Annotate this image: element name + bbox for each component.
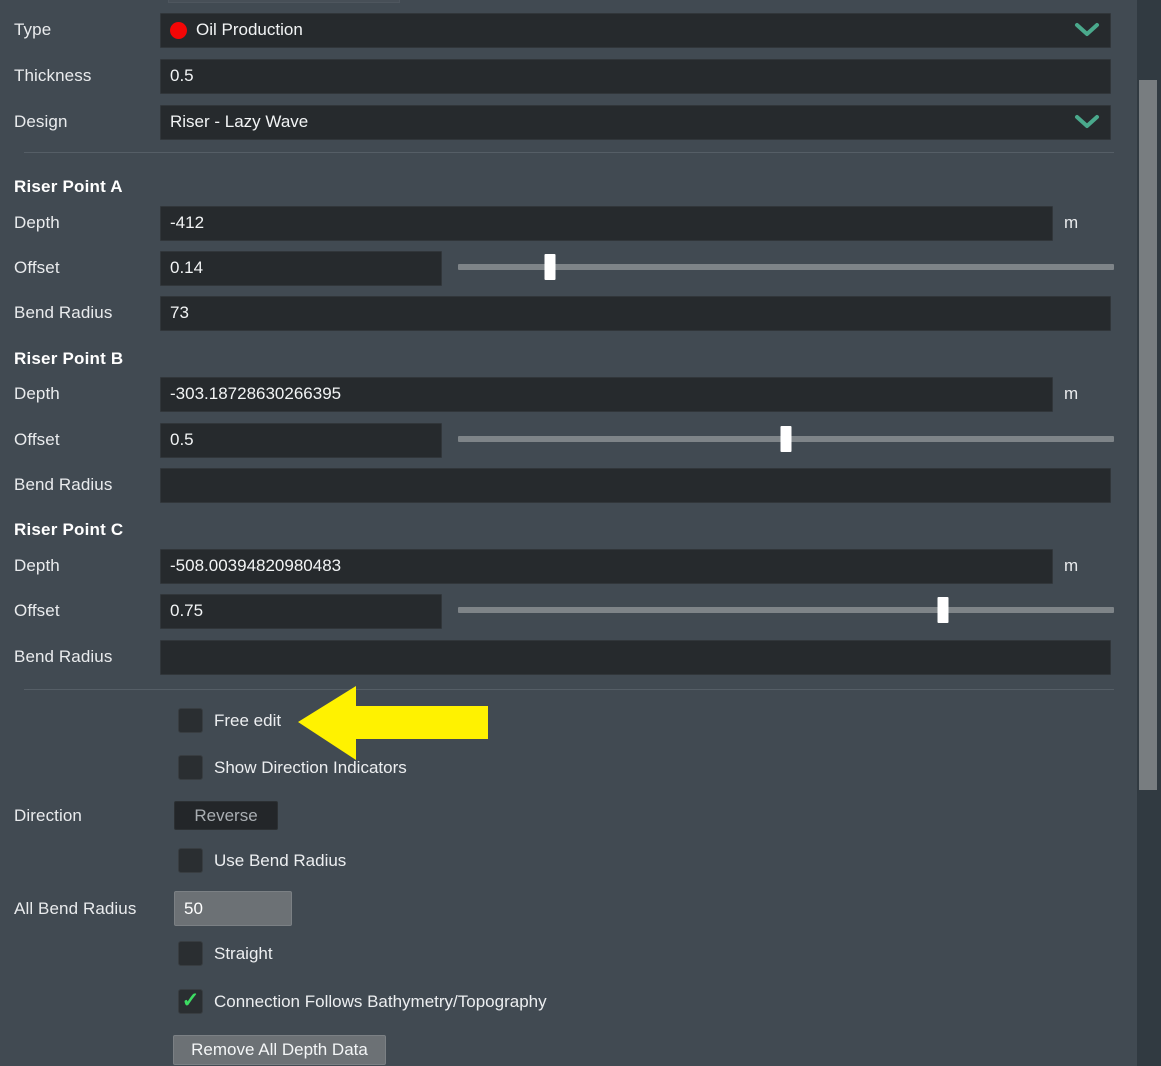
row-depth-b: Depth -303.18728630266395 m	[0, 376, 1137, 412]
slider-track	[458, 607, 1114, 613]
checkbox-connection-follows-bathymetry[interactable]: ✓ Connection Follows Bathymetry/Topograp…	[178, 989, 547, 1014]
checkbox-use-bend-radius[interactable]: Use Bend Radius	[178, 848, 346, 873]
depth-unit-a: m	[1064, 213, 1079, 232]
row-type: Type Oil Production	[0, 12, 1137, 48]
checkbox-box[interactable]	[178, 755, 203, 780]
row-design: Design Riser - Lazy Wave	[0, 104, 1137, 140]
scrollbar-thumb[interactable]	[1139, 80, 1157, 790]
bend-radius-input-a[interactable]: 73	[160, 295, 1111, 331]
design-value: Riser - Lazy Wave	[170, 112, 309, 131]
offset-slider-b[interactable]	[458, 424, 1114, 454]
bend-radius-input-b[interactable]	[160, 467, 1111, 503]
design-label: Design	[14, 112, 68, 131]
checkbox-label: Show Direction Indicators	[214, 757, 407, 777]
depth-input-a[interactable]: -412	[160, 205, 1053, 241]
row-direction: Direction	[0, 798, 1137, 834]
depth-unit-b: m	[1064, 384, 1079, 403]
slider-thumb[interactable]	[780, 426, 792, 452]
offset-input-a[interactable]: 0.14	[160, 250, 442, 286]
bend-radius-label-a: Bend Radius	[14, 303, 113, 322]
checkbox-box[interactable]	[178, 848, 203, 873]
section-heading-riser-point-a: Riser Point A	[14, 177, 123, 196]
divider	[24, 152, 1114, 153]
bend-radius-input-c[interactable]	[160, 639, 1111, 675]
checkbox-box[interactable]	[178, 708, 203, 733]
row-bend-radius-a: Bend Radius 73	[0, 295, 1137, 331]
annotation-arrow-icon	[298, 686, 488, 760]
remove-all-depth-data-button[interactable]: Remove All Depth Data	[173, 1035, 386, 1065]
slider-track	[458, 264, 1114, 270]
all-bend-radius-input[interactable]: 50	[174, 891, 292, 926]
all-bend-radius-label: All Bend Radius	[14, 899, 137, 918]
partial-field-above	[168, 0, 400, 3]
bend-radius-label-c: Bend Radius	[14, 647, 113, 666]
thickness-input[interactable]: 0.5	[160, 58, 1111, 94]
row-depth-a: Depth -412 m	[0, 205, 1137, 241]
offset-slider-a[interactable]	[458, 252, 1114, 282]
design-dropdown[interactable]: Riser - Lazy Wave	[160, 104, 1111, 140]
section-heading-riser-point-b: Riser Point B	[14, 349, 124, 368]
riser-properties-panel: Type Oil Production Thickness 0.5 Design…	[0, 0, 1137, 1066]
checkbox-box[interactable]	[178, 941, 203, 966]
depth-input-c[interactable]: -508.00394820980483	[160, 548, 1053, 584]
offset-label-c: Offset	[14, 601, 60, 620]
slider-thumb[interactable]	[544, 254, 556, 280]
depth-input-b[interactable]: -303.18728630266395	[160, 376, 1053, 412]
row-thickness: Thickness 0.5	[0, 58, 1137, 94]
thickness-label: Thickness	[14, 66, 92, 85]
type-value: Oil Production	[196, 20, 303, 39]
offset-slider-c[interactable]	[458, 595, 1114, 625]
checkbox-label: Use Bend Radius	[214, 850, 347, 870]
offset-label-b: Offset	[14, 430, 60, 449]
depth-label-c: Depth	[14, 556, 60, 575]
row-depth-c: Depth -508.00394820980483 m	[0, 548, 1137, 584]
row-bend-radius-b: Bend Radius	[0, 467, 1137, 503]
row-bend-radius-c: Bend Radius	[0, 639, 1137, 675]
divider	[24, 689, 1114, 690]
type-label: Type	[14, 20, 52, 39]
checkbox-free-edit[interactable]: Free edit	[178, 708, 281, 733]
type-dropdown[interactable]: Oil Production	[160, 12, 1111, 48]
oil-production-color-dot	[170, 21, 187, 39]
offset-label-a: Offset	[14, 258, 60, 277]
reverse-button[interactable]: Reverse	[174, 801, 278, 830]
depth-label-a: Depth	[14, 213, 60, 232]
slider-thumb[interactable]	[937, 597, 949, 623]
section-heading-riser-point-c: Riser Point C	[14, 520, 124, 539]
depth-label-b: Depth	[14, 384, 60, 403]
direction-label: Direction	[14, 806, 82, 825]
checkbox-straight[interactable]: Straight	[178, 941, 273, 966]
checkmark-icon: ✓	[181, 989, 200, 1012]
checkbox-label: Straight	[214, 943, 273, 963]
chevron-down-icon[interactable]	[1074, 22, 1100, 38]
offset-input-c[interactable]: 0.75	[160, 593, 442, 629]
checkbox-box[interactable]: ✓	[178, 989, 203, 1014]
offset-input-b[interactable]: 0.5	[160, 422, 442, 458]
checkbox-label: Free edit	[214, 710, 282, 730]
bend-radius-label-b: Bend Radius	[14, 475, 113, 494]
row-all-bend-radius: All Bend Radius	[0, 891, 1137, 927]
depth-unit-c: m	[1064, 556, 1079, 575]
chevron-down-icon[interactable]	[1074, 114, 1100, 130]
checkbox-label: Connection Follows Bathymetry/Topography	[214, 991, 547, 1011]
